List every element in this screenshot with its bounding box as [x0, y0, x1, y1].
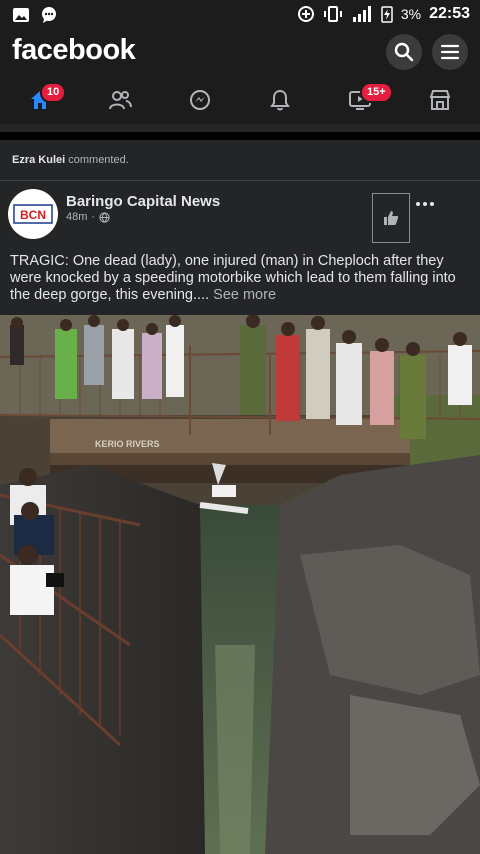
post-text: TRAGIC: One dead (lady), one injured (ma…: [10, 253, 472, 304]
gorge-photo: KERIO RIVERS: [0, 315, 480, 854]
divider: [0, 124, 480, 132]
divider: [0, 132, 480, 140]
gallery-icon: [13, 8, 29, 22]
clock: 22:53: [429, 5, 470, 22]
avatar[interactable]: BCN: [8, 189, 58, 239]
home-badge: 10: [40, 82, 67, 103]
feed-post: BCN Baringo Capital News 48m · TRAGIC: O…: [0, 181, 480, 854]
messenger-icon: [190, 90, 210, 110]
watch-badge: 15+: [360, 82, 393, 103]
post-meta: 48m ·: [66, 211, 110, 223]
status-bar: 3% 22:53: [0, 0, 480, 30]
battery-percent: 3%: [400, 6, 422, 22]
post-photo[interactable]: KERIO RIVERS: [0, 315, 480, 854]
battery-charging-icon: [381, 6, 393, 23]
thumbs-up-icon: [384, 211, 399, 225]
tab-messenger[interactable]: [180, 84, 220, 116]
facebook-logo[interactable]: facebook: [12, 34, 136, 67]
menu-button[interactable]: [432, 34, 468, 70]
signal-icon: [352, 6, 371, 22]
bell-icon: [270, 89, 290, 111]
tab-bar: 10 15+: [0, 76, 480, 124]
search-button[interactable]: [386, 34, 422, 70]
vibrate-icon: [323, 6, 342, 22]
hamburger-menu-icon: [440, 44, 460, 60]
globe-icon: [99, 211, 110, 223]
meta-separator: ·: [91, 211, 96, 223]
page-name[interactable]: Baringo Capital News: [66, 193, 220, 210]
activity-action: commented.: [65, 154, 129, 166]
tab-home[interactable]: 10: [20, 82, 67, 116]
bridge-sign: KERIO RIVERS: [95, 439, 160, 449]
message-notification-icon: [42, 7, 56, 23]
more-options-button[interactable]: [414, 195, 436, 211]
avatar-text: BCN: [20, 208, 46, 222]
marketplace-icon: [429, 90, 451, 110]
activity-header: Ezra Kulei commented.: [0, 140, 480, 181]
app-header: facebook: [0, 30, 480, 76]
like-page-button[interactable]: [372, 193, 410, 243]
tab-notifications[interactable]: [260, 84, 300, 116]
see-more-link[interactable]: See more: [209, 287, 276, 303]
post-time[interactable]: 48m: [66, 211, 87, 223]
bcn-logo-icon: BCN: [13, 204, 53, 224]
friends-icon: [109, 91, 132, 110]
tab-friends[interactable]: [100, 84, 140, 116]
tab-watch[interactable]: 15+: [340, 82, 393, 116]
data-saver-icon: [297, 6, 314, 22]
activity-user[interactable]: Ezra Kulei: [12, 154, 65, 166]
tab-marketplace[interactable]: [420, 84, 460, 116]
search-icon: [394, 42, 414, 62]
more-dots-icon: [416, 202, 434, 206]
